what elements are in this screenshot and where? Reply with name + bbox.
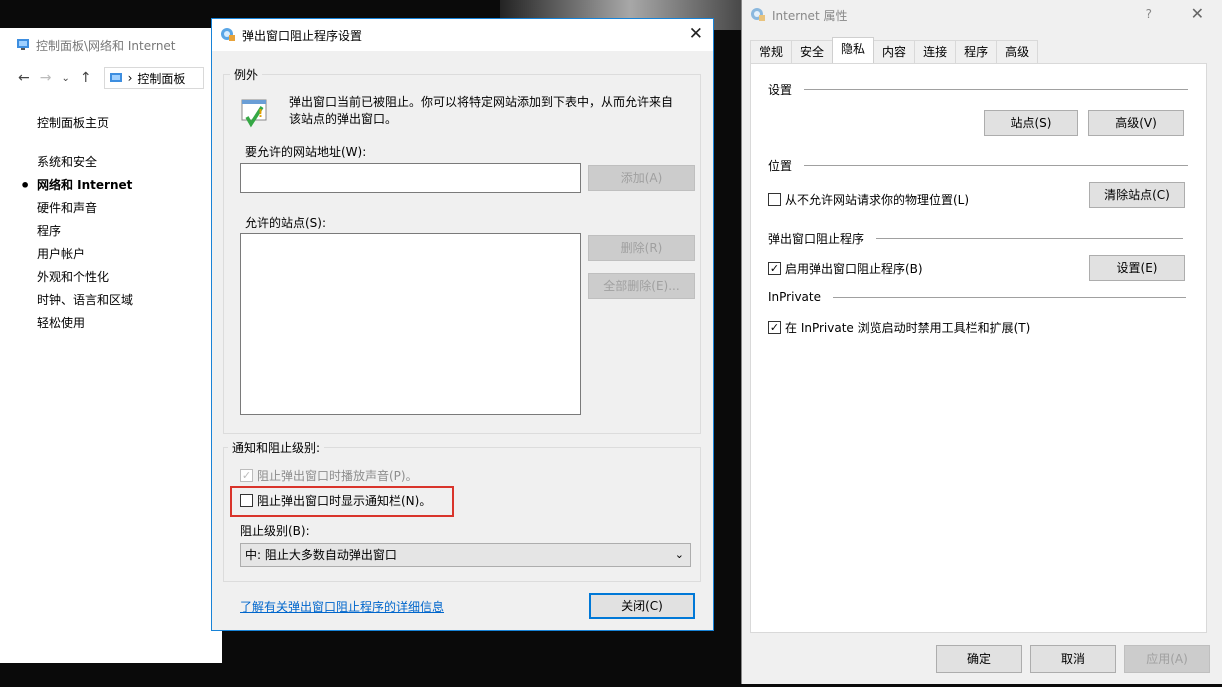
allowed-sites-label: 允许的站点(S): [245, 216, 327, 230]
ok-button[interactable]: 确定 [936, 645, 1022, 673]
tab-strip: 常规 安全 隐私 内容 连接 程序 高级 [750, 37, 1039, 63]
info-text-line2: 该站点的弹出窗口。 [289, 112, 398, 126]
control-panel-titlebar: 控制面板\网络和 Internet [0, 28, 222, 62]
inprivate-section-label: InPrivate [768, 290, 821, 304]
settings-section-label: 设置 [768, 83, 793, 97]
category-item-active[interactable]: 网络和 Internet [20, 174, 222, 197]
checkmark-icon: ✓ [768, 262, 781, 275]
close-button[interactable]: 关闭(C) [589, 593, 695, 619]
category-item[interactable]: 外观和个性化 [37, 266, 222, 289]
inprivate-checkbox[interactable]: ✓ 在 InPrivate 浏览启动时禁用工具栏和扩展(T) [768, 319, 1030, 336]
sites-button[interactable]: 站点(S) [984, 110, 1078, 136]
notify-group-label: 通知和阻止级别: [228, 439, 325, 456]
category-item[interactable]: 用户帐户 [37, 243, 222, 266]
checkbox-empty [240, 494, 253, 507]
category-item[interactable]: 程序 [37, 220, 222, 243]
recent-chevron-icon[interactable]: ⌄ [61, 73, 69, 84]
category-item[interactable]: 时钟、语言和区域 [37, 289, 222, 312]
checkbox-empty [768, 193, 781, 206]
play-sound-checkbox[interactable]: ✓ 阻止弹出窗口时播放声音(P)。 [240, 467, 418, 484]
tab-advanced[interactable]: 高级 [996, 40, 1039, 63]
popup-dialog-titlebar: 弹出窗口阻止程序设置 ✕ [212, 19, 713, 51]
location-checkbox-label: 从不允许网站请求你的物理位置(L) [785, 193, 970, 207]
allowed-sites-list[interactable] [240, 233, 581, 415]
ie-settings-icon [220, 26, 236, 45]
show-notification-bar-label: 阻止弹出窗口时显示通知栏(N)。 [257, 494, 432, 508]
location-section: 位置 [768, 157, 1188, 174]
internet-properties-titlebar: Internet 属性 ? ✕ [742, 0, 1222, 30]
inprivate-section: InPrivate [768, 290, 1186, 304]
checkmark-icon: ✓ [240, 469, 253, 482]
inprivate-checkbox-label: 在 InPrivate 浏览启动时禁用工具栏和扩展(T) [785, 321, 1031, 335]
cancel-button[interactable]: 取消 [1030, 645, 1116, 673]
popup-settings-button[interactable]: 设置(E) [1089, 255, 1185, 281]
settings-section: 设置 [768, 81, 1188, 98]
popup-dialog-title: 弹出窗口阻止程序设置 [242, 28, 363, 43]
tab-privacy[interactable]: 隐私 [832, 37, 875, 63]
control-panel-title: 控制面板\网络和 Internet [36, 38, 176, 53]
help-icon[interactable]: ? [1146, 7, 1152, 21]
apply-button[interactable]: 应用(A) [1124, 645, 1210, 673]
internet-properties-window: Internet 属性 ? ✕ 常规 安全 隐私 内容 连接 程序 高级 设置 … [741, 0, 1222, 684]
control-panel-home-link[interactable]: 控制面板主页 [37, 114, 222, 131]
block-level-label: 阻止级别(B): [240, 524, 310, 538]
block-level-select[interactable]: 中: 阻止大多数自动弹出窗口 ⌄ [240, 543, 691, 567]
tab-connections[interactable]: 连接 [914, 40, 957, 63]
learn-more-link[interactable]: 了解有关弹出窗口阻止程序的详细信息 [240, 598, 444, 615]
close-icon[interactable]: ✕ [689, 24, 703, 44]
tab-content[interactable]: 内容 [873, 40, 916, 63]
popup-blocked-icon: ! [238, 97, 270, 132]
website-address-input[interactable] [240, 163, 581, 193]
tab-security[interactable]: 安全 [791, 40, 834, 63]
location-checkbox[interactable]: 从不允许网站请求你的物理位置(L) [768, 191, 969, 208]
info-text-line1: 弹出窗口当前已被阻止。你可以将特定网站添加到下表中，从而允许来自 [289, 95, 674, 109]
ie-settings-icon [750, 6, 766, 25]
close-icon[interactable]: ✕ [1191, 4, 1204, 23]
control-panel-window: 控制面板\网络和 Internet ← → ⌄ ↑ › 控制面板 控制面板主页 … [0, 28, 222, 663]
section-divider [804, 165, 1188, 166]
section-divider [876, 238, 1183, 239]
enable-popup-blocker-label: 启用弹出窗口阻止程序(B) [785, 262, 923, 276]
tab-programs[interactable]: 程序 [955, 40, 998, 63]
enable-popup-blocker-checkbox[interactable]: ✓ 启用弹出窗口阻止程序(B) [768, 260, 923, 277]
section-divider [832, 296, 1186, 298]
tab-general[interactable]: 常规 [750, 40, 793, 63]
checkmark-icon: ✓ [768, 321, 781, 334]
popup-section-label: 弹出窗口阻止程序 [768, 232, 865, 246]
category-list: 系统和安全 网络和 Internet 硬件和声音 程序 用户帐户 外观和个性化 … [20, 151, 222, 335]
address-bar[interactable]: › 控制面板 [103, 67, 204, 89]
address-field-label: 要允许的网站地址(W): [245, 145, 367, 159]
address-separator-icon: › [127, 71, 133, 85]
address-text: 控制面板 [137, 71, 186, 86]
chevron-down-icon: ⌄ [674, 548, 684, 561]
clear-sites-button[interactable]: 清除站点(C) [1089, 182, 1185, 208]
internet-properties-title: Internet 属性 [772, 8, 848, 23]
exceptions-group-label: 例外 [230, 66, 263, 83]
play-sound-label: 阻止弹出窗口时播放声音(P)。 [257, 469, 418, 483]
privacy-tab-panel: 设置 站点(S) 高级(V) 位置 从不允许网站请求你的物理位置(L) 清除站点… [750, 63, 1207, 633]
add-button[interactable]: 添加(A) [588, 165, 695, 191]
location-section-label: 位置 [768, 159, 793, 173]
control-panel-icon [16, 37, 30, 54]
back-arrow-icon[interactable]: ← [18, 70, 30, 86]
popup-section: 弹出窗口阻止程序 [768, 230, 1183, 247]
remove-button[interactable]: 删除(R) [588, 235, 695, 261]
forward-arrow-icon[interactable]: → [40, 70, 52, 86]
section-divider [804, 89, 1188, 90]
category-item[interactable]: 系统和安全 [37, 151, 222, 174]
popup-blocker-dialog: 弹出窗口阻止程序设置 ✕ 例外 ! 弹出窗口当前已被阻止。你可以将特定网站添加到… [211, 18, 714, 631]
svg-text:!: ! [258, 107, 263, 120]
category-item[interactable]: 轻松使用 [37, 312, 222, 335]
nav-bar: ← → ⌄ ↑ › 控制面板 [0, 62, 222, 94]
advanced-button[interactable]: 高级(V) [1088, 110, 1184, 136]
category-item[interactable]: 硬件和声音 [37, 197, 222, 220]
address-icon [109, 73, 122, 82]
remove-all-button[interactable]: 全部删除(E)... [588, 273, 695, 299]
show-notification-bar-checkbox[interactable]: 阻止弹出窗口时显示通知栏(N)。 [240, 492, 431, 509]
up-arrow-icon[interactable]: ↑ [80, 70, 92, 86]
block-level-value: 中: 阻止大多数自动弹出窗口 [245, 548, 397, 562]
